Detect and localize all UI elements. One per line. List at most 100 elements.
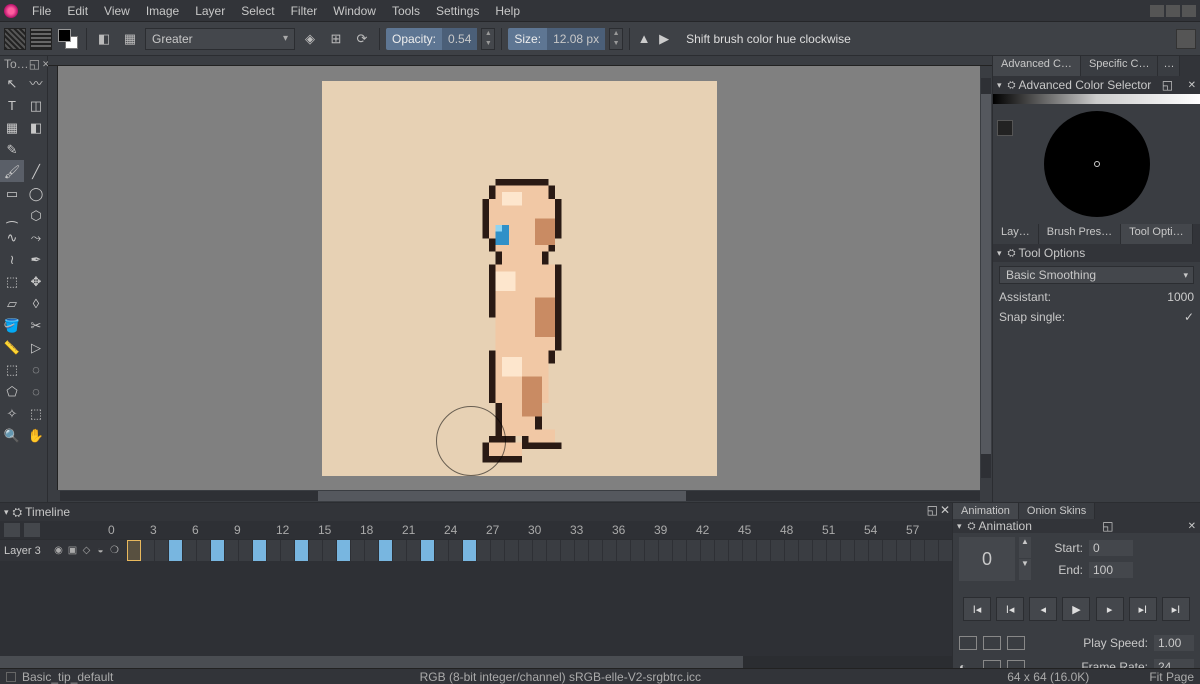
frame-cell[interactable] <box>197 540 211 561</box>
frame-cell[interactable] <box>771 540 785 561</box>
pattern-swatch-2[interactable] <box>30 28 52 50</box>
color-selector[interactable] <box>993 94 1200 224</box>
menu-filter[interactable]: Filter <box>283 2 326 20</box>
frame-tick[interactable]: 24 <box>444 523 457 537</box>
speed-value[interactable]: 1.00 <box>1154 635 1194 651</box>
bulb-icon[interactable]: ❍ <box>108 544 121 557</box>
frame-cell[interactable] <box>533 540 547 561</box>
frame-cell[interactable] <box>267 540 281 561</box>
frame-cell[interactable] <box>575 540 589 561</box>
tool-colorpicker[interactable]: ◧ <box>24 116 48 138</box>
tool-move[interactable]: ✥ <box>24 270 48 292</box>
timeline-ruler[interactable]: 036912151821242730333639424548515457 <box>0 521 952 539</box>
add-blank-frame-icon[interactable] <box>959 636 977 650</box>
end-value[interactable]: 100 <box>1089 562 1133 578</box>
canvas-viewport[interactable] <box>58 66 980 490</box>
frame-tick[interactable]: 27 <box>486 523 499 537</box>
tab-overflow[interactable]: … <box>1158 56 1180 76</box>
frame-cell[interactable] <box>295 540 309 561</box>
menu-select[interactable]: Select <box>233 2 282 20</box>
animation-header[interactable]: ⛭ Animation ◱ ✕ <box>953 519 1200 533</box>
frame-cell[interactable] <box>211 540 225 561</box>
size-field[interactable]: Size: 12.08 px <box>508 28 605 50</box>
dup-frame-icon[interactable] <box>983 636 1001 650</box>
play-button[interactable]: ▶ <box>1062 597 1090 621</box>
tool-shear[interactable]: ▱ <box>0 292 24 314</box>
tool-ruler[interactable]: ▷ <box>24 336 48 358</box>
frame-cell[interactable] <box>729 540 743 561</box>
last-color-swatch[interactable] <box>997 120 1013 136</box>
lock-icon[interactable]: ⛭ <box>968 521 976 532</box>
menu-edit[interactable]: Edit <box>59 2 96 20</box>
tool-select-contig[interactable]: ✧ <box>0 402 24 424</box>
reload-icon[interactable]: ⟳ <box>351 28 373 50</box>
opacity-field[interactable]: Opacity: 0.54 <box>386 28 477 50</box>
frame-tick[interactable]: 57 <box>906 523 919 537</box>
frame-cell[interactable] <box>701 540 715 561</box>
frame-cell[interactable] <box>827 540 841 561</box>
tool-bezier[interactable]: ∿ <box>0 226 24 248</box>
frame-tick[interactable]: 18 <box>360 523 373 537</box>
frame-cell[interactable] <box>925 540 939 561</box>
frame-tick[interactable]: 48 <box>780 523 793 537</box>
frame-cell[interactable] <box>183 540 197 561</box>
frame-cell[interactable] <box>799 540 813 561</box>
menu-help[interactable]: Help <box>487 2 528 20</box>
tool-brush[interactable]: 🖌 <box>0 160 24 182</box>
ruler-horizontal[interactable] <box>48 56 992 66</box>
tool-select-ellipse[interactable]: ◌ <box>24 358 48 380</box>
frame-cell[interactable] <box>379 540 393 561</box>
zoom-fit[interactable]: Fit Page <box>1149 670 1194 684</box>
tool-select-similar[interactable]: ⬚ <box>24 402 48 424</box>
frame-cell[interactable] <box>225 540 239 561</box>
frame-cell[interactable] <box>659 540 673 561</box>
tool-select-rect[interactable]: ⬚ <box>0 358 24 380</box>
tab-specific-color[interactable]: Specific C… <box>1081 56 1159 76</box>
menu-file[interactable]: File <box>24 2 59 20</box>
close-icon[interactable]: ✕ <box>940 503 950 517</box>
tool-rect[interactable]: ▭ <box>0 182 24 204</box>
frame-tick[interactable]: 33 <box>570 523 583 537</box>
color-selector-header[interactable]: ⛭ Advanced Color Selector ◱ ✕ <box>993 76 1200 94</box>
fg-bg-swatch[interactable] <box>56 27 80 51</box>
frame-cell[interactable] <box>393 540 407 561</box>
frame-cell[interactable] <box>365 540 379 561</box>
frame-cell[interactable] <box>477 540 491 561</box>
prev-key-button[interactable]: I◂ <box>996 597 1024 621</box>
smoothing-dropdown[interactable]: Basic Smoothing <box>999 266 1194 284</box>
frame-cell[interactable] <box>463 540 477 561</box>
float-icon[interactable]: ◱ <box>927 503 938 517</box>
tool-select-poly[interactable]: ⬠ <box>0 380 24 402</box>
tool-measure[interactable]: 📏 <box>0 336 24 358</box>
frame-spinner[interactable]: ▲▼ <box>1019 537 1031 581</box>
frame-cell[interactable] <box>841 540 855 561</box>
value-strip[interactable] <box>993 94 1200 104</box>
current-frame-display[interactable]: 0 <box>959 537 1015 581</box>
frame-cell[interactable] <box>757 540 771 561</box>
close-icon[interactable] <box>1182 5 1196 17</box>
size-spinner[interactable]: ▲▼ <box>609 28 623 50</box>
frame-tick[interactable]: 54 <box>864 523 877 537</box>
tool-perspective[interactable]: ◊ <box>24 292 48 314</box>
menu-tools[interactable]: Tools <box>384 2 428 20</box>
layer-name[interactable]: Layer 3 <box>4 545 52 557</box>
float-icon[interactable]: ◱ <box>29 57 40 71</box>
mirror-h-icon[interactable]: ▲ <box>636 29 652 49</box>
grid-icon[interactable]: ▦ <box>119 28 141 50</box>
preserve-alpha-icon[interactable]: ⊞ <box>325 28 347 50</box>
frame-tick[interactable]: 42 <box>696 523 709 537</box>
tool-calligraphy[interactable]: ✒ <box>24 248 48 270</box>
frame-cell[interactable] <box>141 540 155 561</box>
tool-freehand[interactable]: 〰 <box>24 72 48 94</box>
lock-icon[interactable]: ⛭ <box>13 505 23 520</box>
snap-checkbox[interactable]: ✓ <box>1184 310 1194 324</box>
frame-cell[interactable] <box>855 540 869 561</box>
frame-cell[interactable] <box>253 540 267 561</box>
onion-icon[interactable]: ◒ <box>94 544 107 557</box>
frame-cell[interactable] <box>505 540 519 561</box>
frame-cell[interactable] <box>281 540 295 561</box>
frame-cell[interactable] <box>407 540 421 561</box>
frame-cell[interactable] <box>617 540 631 561</box>
zoom-timeline-icon[interactable] <box>24 523 40 537</box>
frame-cell[interactable] <box>155 540 169 561</box>
